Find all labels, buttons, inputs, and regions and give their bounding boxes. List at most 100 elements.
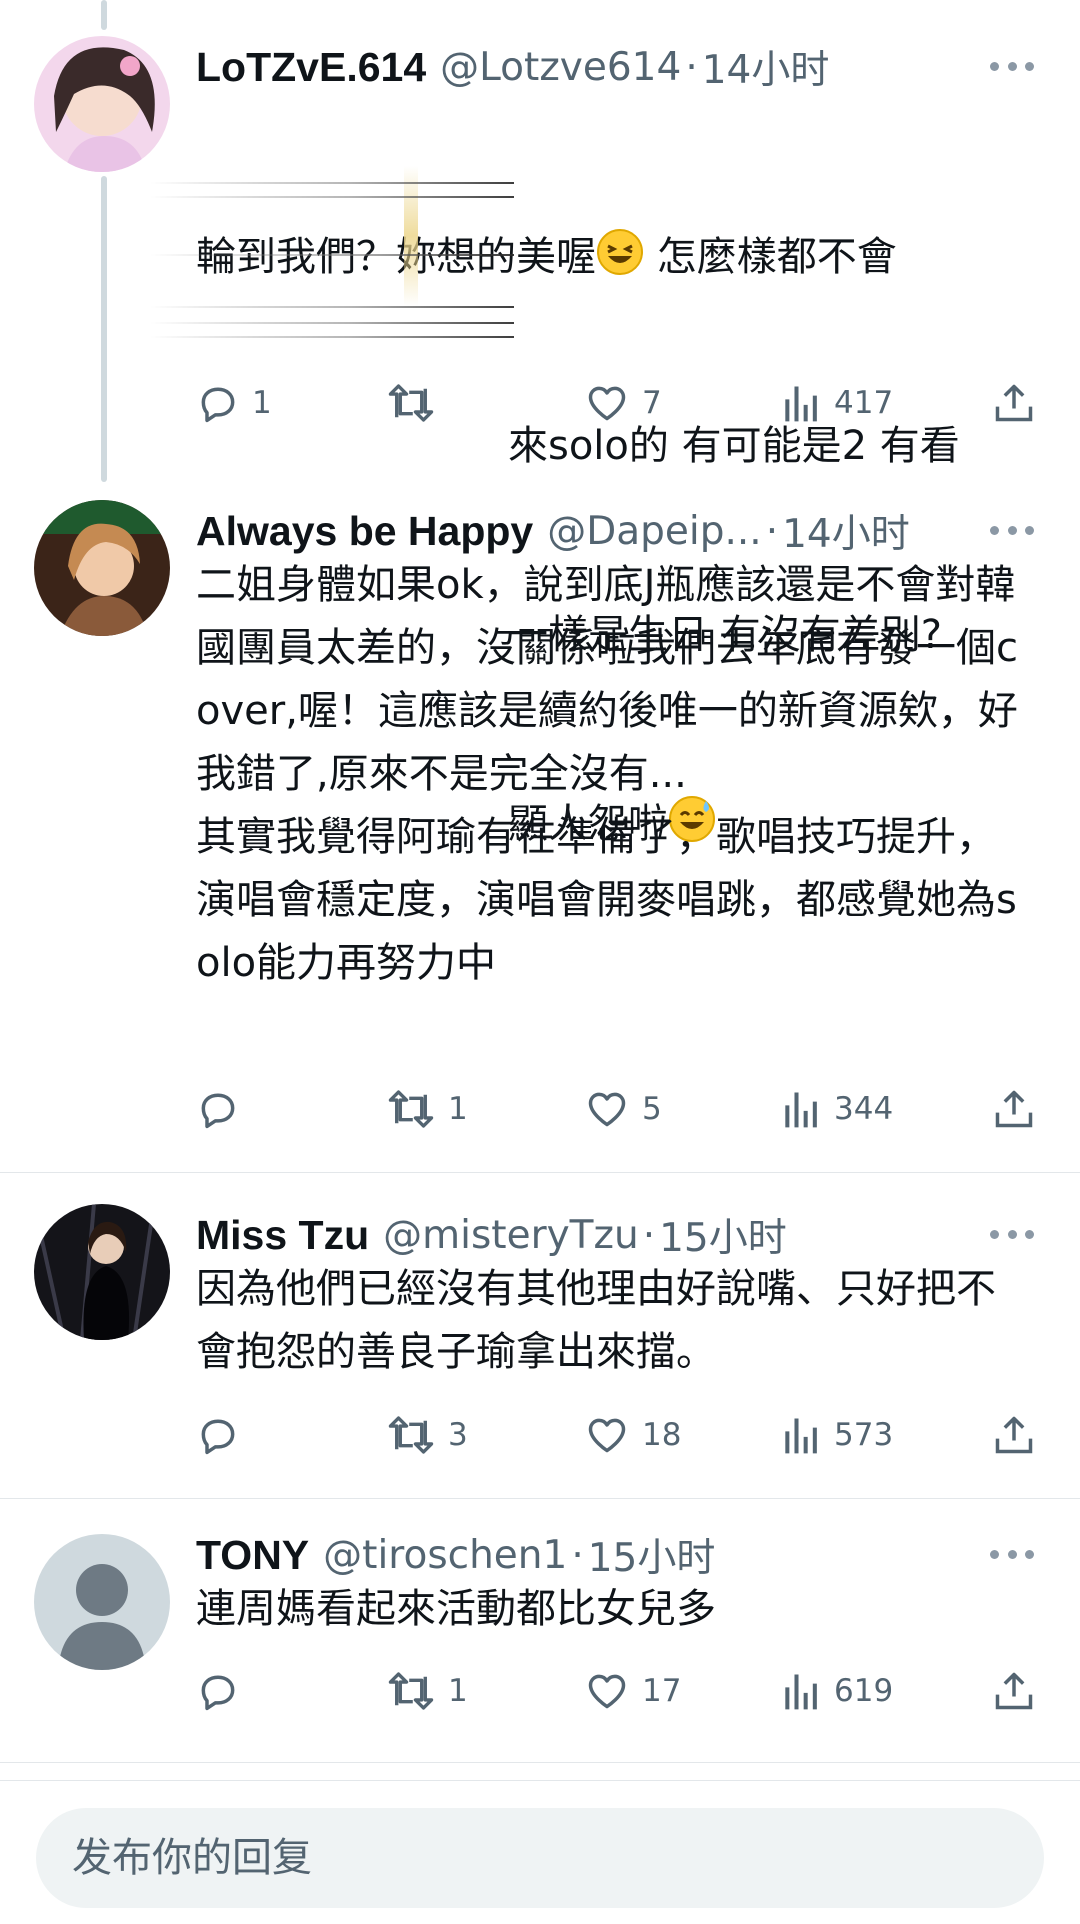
views-icon	[785, 386, 817, 422]
more-icon[interactable]	[990, 1546, 1034, 1562]
timestamp[interactable]: 15小时	[588, 1527, 716, 1583]
retweet-button[interactable]: 3	[386, 1410, 468, 1460]
like-count: 7	[642, 385, 662, 421]
user-handle[interactable]: @tiroschen1	[323, 1533, 567, 1578]
reply-button[interactable]	[196, 1084, 252, 1134]
tweet-actions: 1 7 417	[196, 378, 1038, 428]
display-name[interactable]: LoTZvE.614	[196, 44, 426, 91]
reply-icon	[201, 1419, 235, 1455]
retweet-button[interactable]: 1	[386, 1084, 468, 1134]
reply-icon	[201, 387, 235, 423]
views-icon	[785, 1674, 817, 1710]
tweet-header: Always be Happy @Dapeip... · 14小时	[196, 503, 910, 559]
tweet-1[interactable]: LoTZvE.614 @Lotzve614 · 14小时 輪到我們？妳想的美喔 …	[0, 0, 1080, 847]
heart-icon	[588, 386, 626, 421]
separator-dot: ·	[765, 508, 779, 554]
tweet-2[interactable]: Always be Happy @Dapeip... · 14小时 二姐身體如果…	[0, 490, 1080, 1170]
user-handle[interactable]: @misteryTzu	[383, 1213, 639, 1258]
like-count: 18	[642, 1417, 682, 1453]
display-name[interactable]: Always be Happy	[196, 508, 533, 555]
more-icon[interactable]	[990, 58, 1034, 74]
views-count: 573	[834, 1417, 894, 1453]
timestamp[interactable]: 15小时	[659, 1207, 787, 1263]
tweet-divider	[0, 1762, 1080, 1763]
display-name[interactable]: TONY	[196, 1532, 309, 1579]
separator-dot: ·	[571, 1532, 584, 1578]
tweet-line-1: 輪到我們？妳想的美喔 怎麼樣都不會	[196, 226, 1016, 289]
like-count: 5	[642, 1091, 662, 1127]
like-button[interactable]: 7	[584, 378, 662, 428]
retweet-count: 1	[448, 1091, 468, 1127]
share-button[interactable]	[992, 1084, 1036, 1134]
avatar[interactable]	[34, 500, 170, 636]
views-count: 619	[834, 1673, 894, 1709]
share-button[interactable]	[992, 378, 1036, 428]
retweet-button[interactable]: 1	[386, 1666, 468, 1716]
redaction-mark	[150, 306, 514, 308]
tweet-3[interactable]: Miss Tzu @misteryTzu · 15小时 因為他們已經沒有其他理由…	[0, 1172, 1080, 1498]
redaction-mark	[150, 196, 514, 198]
retweet-icon	[388, 1416, 434, 1454]
separator-dot: ·	[642, 1212, 656, 1258]
reply-button[interactable]	[196, 1410, 252, 1460]
share-icon	[995, 384, 1033, 422]
redaction-mark	[150, 336, 514, 338]
user-handle[interactable]: @Dapeip...	[547, 509, 761, 554]
more-icon[interactable]	[990, 1226, 1034, 1242]
retweet-icon	[388, 1090, 434, 1128]
like-button[interactable]: 17	[584, 1666, 681, 1716]
reply-composer[interactable]	[36, 1808, 1044, 1908]
tweet-actions: 1 17 619	[196, 1666, 1038, 1716]
tweet-text: 連周媽看起來活動都比女兒多	[196, 1586, 716, 1632]
retweet-count: 1	[448, 1673, 468, 1709]
laughing-emoji-icon	[597, 229, 643, 275]
reply-icon	[201, 1093, 235, 1129]
display-name[interactable]: Miss Tzu	[196, 1212, 369, 1259]
views-icon	[785, 1092, 817, 1128]
share-icon	[995, 1672, 1033, 1710]
composer-divider	[0, 1780, 1080, 1781]
user-handle[interactable]: @Lotzve614	[440, 45, 681, 90]
like-count: 17	[642, 1673, 682, 1709]
timestamp[interactable]: 14小时	[702, 39, 830, 95]
views-count: 344	[834, 1091, 894, 1127]
views-button[interactable]: 573	[782, 1410, 893, 1460]
timestamp[interactable]: 14小时	[782, 503, 910, 559]
tweet-header: TONY @tiroschen1 · 15小时	[196, 1527, 716, 1583]
share-button[interactable]	[992, 1666, 1036, 1716]
tweet-4[interactable]: TONY @tiroschen1 · 15小时 連周媽看起來活動都比女兒多 1 …	[0, 1498, 1080, 1762]
default-person-avatar[interactable]	[34, 1534, 170, 1670]
redaction-mark	[150, 322, 514, 324]
heart-icon	[588, 1674, 626, 1709]
tweet-header: LoTZvE.614 @Lotzve614 · 14小时	[196, 39, 830, 95]
more-icon[interactable]	[990, 522, 1034, 538]
share-button[interactable]	[992, 1410, 1036, 1460]
tweet-actions: 3 18 573	[196, 1410, 1038, 1460]
avatar[interactable]	[34, 36, 170, 172]
heart-icon	[588, 1418, 626, 1453]
retweet-button[interactable]	[386, 378, 448, 428]
heart-icon	[588, 1092, 626, 1127]
views-button[interactable]: 619	[782, 1666, 893, 1716]
reply-icon	[201, 1675, 235, 1711]
reply-button[interactable]	[196, 1666, 252, 1716]
share-icon	[995, 1416, 1033, 1454]
retweet-icon	[388, 1672, 434, 1710]
retweet-icon	[388, 384, 434, 422]
tweet-text: 二姐身體如果ok，說到底J瓶應該還是不會對韓國團員太差的，沒關係啦我們去年底有發…	[196, 562, 1018, 986]
reply-input[interactable]	[70, 1834, 974, 1882]
views-count: 417	[834, 385, 894, 421]
redaction-mark	[404, 166, 418, 306]
separator-dot: ·	[685, 44, 698, 90]
tweet-text: 因為他們已經沒有其他理由好說嘴、只好把不會抱怨的善良子瑜拿出來擋。	[196, 1266, 996, 1375]
retweet-count: 3	[448, 1417, 468, 1453]
views-button[interactable]: 344	[782, 1084, 893, 1134]
like-button[interactable]: 5	[584, 1084, 662, 1134]
reply-button[interactable]: 1	[196, 378, 272, 428]
share-icon	[995, 1090, 1033, 1128]
views-button[interactable]: 417	[782, 378, 893, 428]
avatar[interactable]	[34, 1204, 170, 1340]
reply-count: 1	[252, 385, 272, 421]
like-button[interactable]: 18	[584, 1410, 681, 1460]
redaction-mark	[150, 254, 514, 256]
